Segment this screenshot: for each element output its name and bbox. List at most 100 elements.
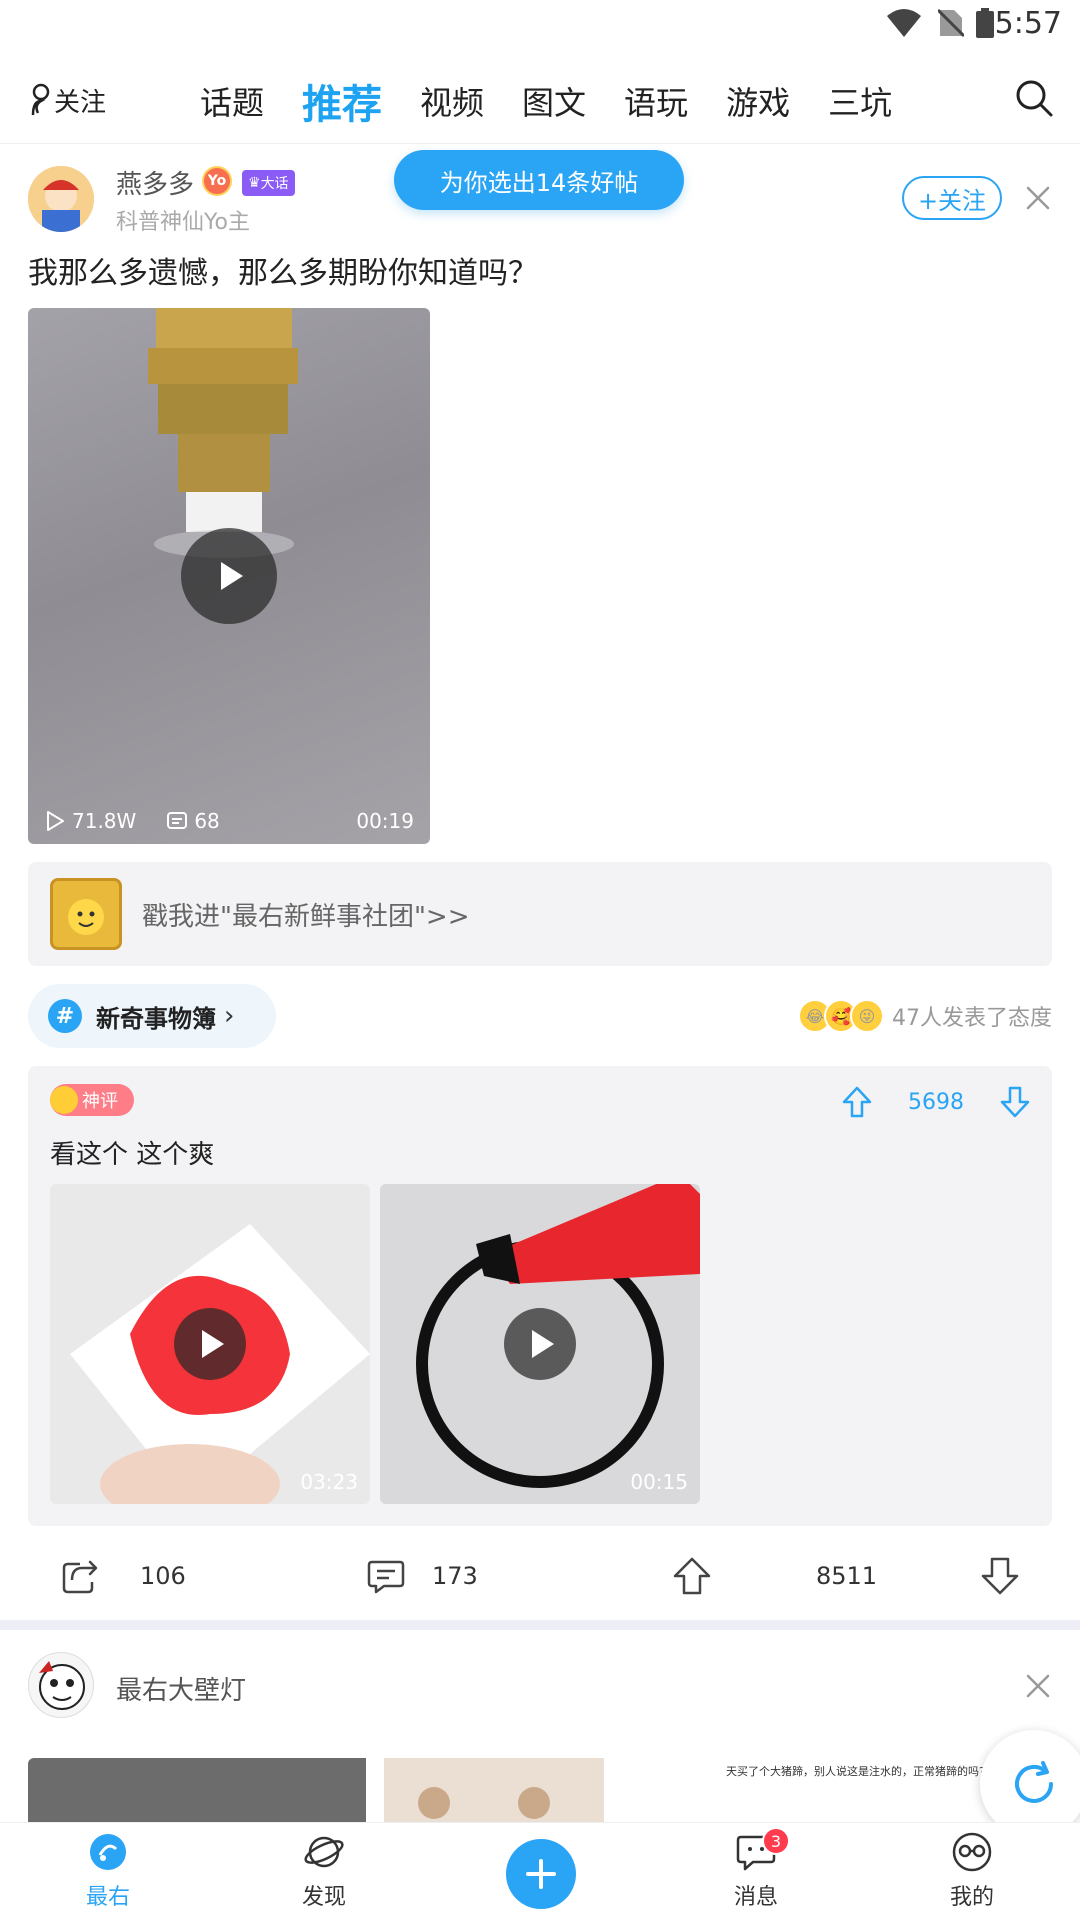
bottom-nav: 最右 发现 消息 3 我的	[0, 1822, 1080, 1920]
topic-chip[interactable]: # 新奇事物簿 ›	[28, 984, 276, 1048]
yo-badge: Yo	[202, 166, 232, 196]
channel-tabs: 话题 推荐 视频 图文 语玩 游戏 三坑	[200, 58, 930, 144]
post-action-bar: 106 173 8511	[0, 1536, 1080, 1616]
nav-discover[interactable]: 发现	[264, 1831, 384, 1917]
community-icon	[50, 878, 122, 950]
upvote-button[interactable]: 8511	[672, 1536, 877, 1616]
comment-votes: 5698	[842, 1082, 1030, 1122]
comment-total: 173	[432, 1562, 478, 1590]
person-icon	[31, 83, 50, 116]
close-icon[interactable]	[1024, 184, 1052, 212]
god-comment-badge: 神评	[50, 1084, 134, 1116]
community-link-text: 戳我进"最右新鲜事社团">>	[142, 902, 470, 932]
comment-video[interactable]: 03:23	[50, 1184, 370, 1504]
tab-games[interactable]: 游戏	[726, 78, 790, 124]
author-subtitle: 科普神仙Yo主	[116, 210, 250, 235]
comment-video[interactable]: 00:15	[380, 1184, 700, 1504]
video-duration: 00:15	[630, 1470, 688, 1494]
share-icon	[62, 1560, 98, 1594]
top-comment[interactable]: 神评 5698 看这个 这个爽 03:23 00:15	[28, 1066, 1052, 1526]
close-icon[interactable]	[1024, 1672, 1052, 1700]
clock: 5:57	[994, 6, 1062, 41]
share-button[interactable]: 106	[60, 1536, 186, 1616]
comment-icon	[367, 1560, 405, 1594]
tab-recommend[interactable]: 推荐	[302, 72, 382, 130]
post-video[interactable]: 71.8W 68 00:19	[28, 308, 430, 844]
battery-icon	[976, 8, 994, 38]
author-name[interactable]: 最右大壁灯	[116, 1670, 246, 1707]
play-count: 71.8W	[72, 809, 137, 833]
author-name[interactable]: 燕多多	[116, 164, 194, 201]
avatar[interactable]	[28, 1652, 94, 1718]
refresh-icon	[1015, 1761, 1053, 1803]
unread-badge: 3	[762, 1827, 790, 1855]
plus-icon	[526, 1859, 556, 1889]
section-divider	[0, 1620, 1080, 1630]
god-comment-label: 神评	[82, 1091, 118, 1112]
chevron-right-icon: ›	[224, 1001, 235, 1031]
video-meta: 71.8W 68 00:19	[44, 806, 414, 836]
home-feed-icon	[90, 1834, 126, 1870]
follow-button[interactable]: +关注	[902, 176, 1002, 220]
tab-topics[interactable]: 话题	[200, 78, 264, 124]
silly-emoji-icon: 😜	[850, 999, 884, 1033]
nav-home-label: 最右	[85, 1885, 130, 1910]
like-count: 8511	[816, 1562, 878, 1590]
play-button[interactable]	[504, 1308, 576, 1380]
vip-badge: ♛ 大话	[242, 170, 295, 196]
play-count-icon	[47, 811, 64, 831]
post-title[interactable]: 我那么多遗憾，那么多期盼你知道吗？	[28, 248, 538, 292]
follow-tab[interactable]: 关注	[30, 78, 106, 122]
nav-profile-label: 我的	[949, 1885, 994, 1910]
top-nav: 关注 话题 推荐 视频 图文 语玩 游戏 三坑	[0, 58, 1080, 144]
create-post-button[interactable]	[506, 1839, 576, 1909]
downvote-icon	[981, 1557, 1019, 1595]
nav-messages-label: 消息	[733, 1885, 778, 1910]
comment-count: 68	[194, 809, 220, 833]
comment-button[interactable]: 173	[366, 1536, 478, 1616]
nav-messages[interactable]: 消息 3	[696, 1827, 816, 1917]
hashtag-icon: #	[48, 999, 82, 1033]
topic-label: 新奇事物簿	[96, 1004, 216, 1033]
nav-discover-label: 发现	[301, 1885, 346, 1910]
play-icon	[532, 1330, 554, 1358]
comment-count-icon	[167, 812, 188, 829]
avatar[interactable]	[28, 166, 94, 232]
nav-profile[interactable]: 我的	[912, 1831, 1032, 1917]
play-icon	[221, 562, 243, 590]
wifi-icon	[887, 9, 921, 37]
attitude-summary[interactable]: 😂 🥰 😜 47人发表了态度	[798, 996, 1052, 1036]
tab-video[interactable]: 视频	[420, 78, 484, 124]
video-duration: 03:23	[300, 1470, 358, 1494]
downvote-icon[interactable]	[1000, 1086, 1030, 1118]
tab-sankeng[interactable]: 三坑	[828, 78, 892, 124]
downvote-button[interactable]	[980, 1536, 1020, 1616]
post-image[interactable]	[28, 1758, 366, 1828]
tab-image-text[interactable]: 图文	[522, 78, 586, 124]
status-bar: 5:57	[0, 0, 1080, 50]
search-icon[interactable]	[1014, 78, 1054, 118]
comment-vote-count: 5698	[908, 1089, 964, 1115]
attitude-count: 47人发表了态度	[892, 1006, 1052, 1031]
glasses-face-icon	[952, 1832, 992, 1872]
community-banner[interactable]: 戳我进"最右新鲜事社团">>	[28, 862, 1052, 966]
video-duration: 00:19	[356, 809, 414, 833]
play-button[interactable]	[174, 1308, 246, 1380]
post-image-strip[interactable]: 天买了个大猪蹄，别人说这是注水的，正常猪蹄的吗?	[28, 1758, 1052, 1828]
smile-face-icon	[50, 1086, 78, 1114]
vip-badge-label: 大话	[260, 176, 289, 192]
recommend-toast: 为你选出14条好帖	[394, 150, 684, 210]
share-count: 106	[140, 1562, 186, 1590]
post-image[interactable]	[374, 1758, 712, 1828]
planet-icon	[304, 1836, 344, 1868]
post-image-caption: 天买了个大猪蹄，别人说这是注水的，正常猪蹄的吗?	[726, 1765, 985, 1778]
comment-text: 看这个 这个爽	[50, 1140, 215, 1170]
play-icon	[202, 1330, 224, 1358]
tab-voice-play[interactable]: 语玩	[624, 78, 688, 124]
no-sim-icon	[938, 8, 964, 38]
nav-home[interactable]: 最右	[48, 1831, 168, 1917]
play-button[interactable]	[181, 528, 277, 624]
follow-tab-label: 关注	[54, 87, 107, 118]
upvote-icon[interactable]	[842, 1086, 872, 1118]
upvote-icon	[673, 1557, 711, 1595]
